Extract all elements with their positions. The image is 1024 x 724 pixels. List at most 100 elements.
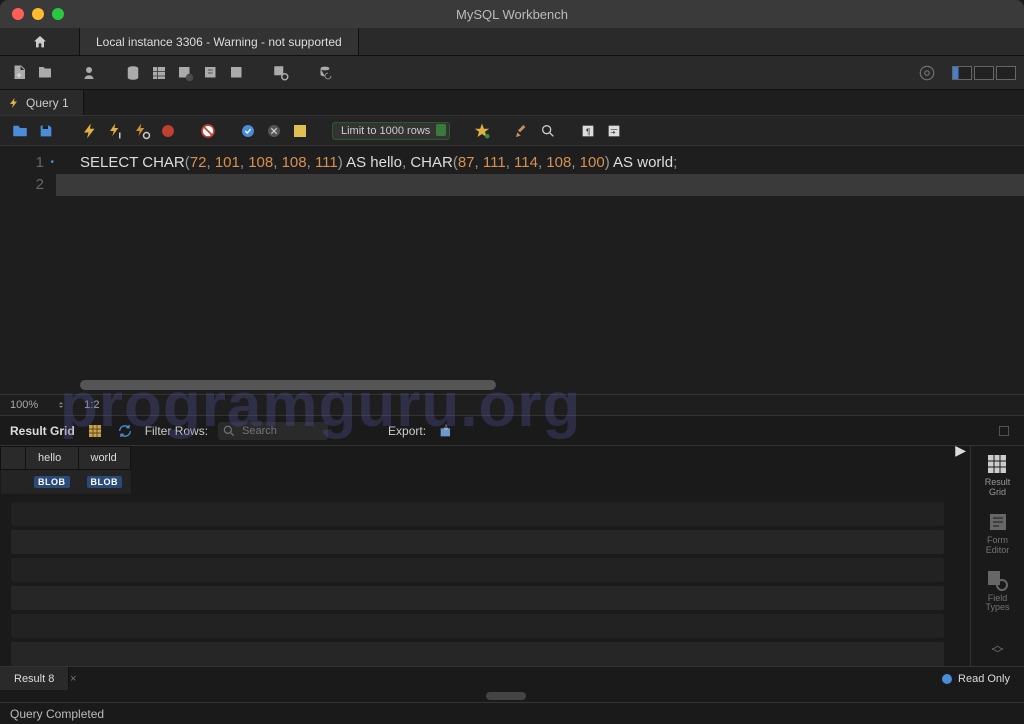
beautify-button[interactable]: [472, 121, 492, 141]
toggle-invisible-button[interactable]: ¶: [578, 121, 598, 141]
commit-button[interactable]: [238, 121, 258, 141]
limit-dropdown[interactable]: Limit to 1000 rows: [332, 121, 450, 140]
connection-tabbar: Local instance 3306 - Warning - not supp…: [0, 28, 1024, 56]
export-button[interactable]: [436, 421, 456, 441]
procedure-icon: [202, 64, 220, 82]
grid-icon: [87, 423, 103, 439]
form-editor-view-button[interactable]: Form Editor: [986, 510, 1010, 556]
minimize-window-button[interactable]: [32, 8, 44, 20]
toggle-autocommit-button[interactable]: [198, 121, 218, 141]
settings-button[interactable]: [916, 62, 938, 84]
query-tabbar: Query 1: [0, 90, 1024, 116]
cursor-position: 1:2: [84, 399, 99, 411]
result-tab-label: Result 8: [14, 673, 54, 685]
blob-badge: BLOB: [87, 476, 123, 488]
inspector-button[interactable]: [78, 62, 100, 84]
no-icon: [200, 123, 216, 139]
search-table-icon: [272, 64, 290, 82]
panel-scroll-chevrons[interactable]: ︿ ﹀: [991, 641, 1003, 666]
table-row[interactable]: BLOB BLOB: [1, 470, 131, 494]
field-types-view-button[interactable]: Field Types: [985, 568, 1009, 614]
zoom-level[interactable]: 100%: [10, 399, 38, 411]
traffic-lights: [0, 8, 64, 20]
result-tab[interactable]: Result 8: [0, 667, 69, 690]
search-button[interactable]: [538, 121, 558, 141]
toggle-whitespace-button[interactable]: [290, 121, 310, 141]
sql-editor[interactable]: 1 2 SELECT CHAR(72, 101, 108, 108, 111) …: [0, 146, 1024, 394]
code-content[interactable]: SELECT CHAR(72, 101, 108, 108, 111) AS h…: [56, 146, 1024, 394]
status-message: Query Completed: [10, 707, 104, 721]
wrap-button[interactable]: [604, 121, 624, 141]
main-toolbar: fx: [0, 56, 1024, 90]
limit-select[interactable]: Limit to 1000 rows: [332, 122, 450, 140]
file-plus-icon: [10, 64, 28, 82]
scrollbar-thumb[interactable]: [486, 692, 526, 700]
create-function-button[interactable]: fx: [226, 62, 248, 84]
toggle-output-button[interactable]: [996, 66, 1016, 80]
wrap-icon: [606, 123, 622, 139]
database-icon: [124, 64, 142, 82]
explain-button[interactable]: [132, 121, 152, 141]
rollback-button[interactable]: [264, 121, 284, 141]
result-grid[interactable]: hello world BLOB BLOB ▶: [0, 446, 970, 666]
execute-current-button[interactable]: [106, 121, 126, 141]
lightning-icon: [8, 97, 20, 109]
field-types-icon: [985, 568, 1009, 592]
column-header[interactable]: world: [78, 447, 131, 470]
table-plus-icon: [176, 64, 194, 82]
create-view-button[interactable]: [174, 62, 196, 84]
new-sql-tab-button[interactable]: [8, 62, 30, 84]
folder-icon: [11, 122, 29, 140]
result-tabs: Result 8 × Read Only: [0, 666, 1024, 690]
search-table-button[interactable]: [270, 62, 292, 84]
result-refresh-button[interactable]: [115, 421, 135, 441]
toggle-sidebar-button[interactable]: [952, 66, 972, 80]
open-file-button[interactable]: [10, 121, 30, 141]
result-area: hello world BLOB BLOB ▶ Result Grid Form…: [0, 446, 1024, 666]
reconnect-button[interactable]: [314, 62, 336, 84]
home-tab[interactable]: [0, 28, 80, 55]
lightning-icon: [81, 122, 99, 140]
query-tab[interactable]: Query 1: [0, 90, 84, 115]
readonly-indicator: Read Only: [928, 667, 1024, 690]
grid-icon: [985, 452, 1009, 476]
chevron-updown-icon[interactable]: [56, 400, 66, 410]
create-procedure-button[interactable]: [200, 62, 222, 84]
result-grid-icon-button[interactable]: [85, 421, 105, 441]
bottom-scrollbar[interactable]: [0, 690, 1024, 702]
window-title: MySQL Workbench: [456, 7, 568, 22]
connection-tab[interactable]: Local instance 3306 - Warning - not supp…: [80, 28, 359, 55]
open-sql-button[interactable]: [34, 62, 56, 84]
file-open-icon: [36, 64, 54, 82]
connection-tab-label: Local instance 3306 - Warning - not supp…: [96, 35, 342, 49]
line-number: 1: [0, 152, 44, 174]
execute-button[interactable]: [80, 121, 100, 141]
export-icon: [438, 423, 454, 439]
column-header[interactable]: hello: [26, 447, 79, 470]
titlebar: MySQL Workbench: [0, 0, 1024, 28]
result-grid-view-button[interactable]: Result Grid: [985, 452, 1011, 498]
create-schema-button[interactable]: [122, 62, 144, 84]
editor-scrollbar[interactable]: [80, 380, 496, 390]
lightning-cursor-icon: [107, 122, 125, 140]
stop-button[interactable]: [158, 121, 178, 141]
line-gutter: 1 2: [0, 146, 56, 394]
check-icon: [240, 123, 256, 139]
readonly-icon: [942, 674, 952, 684]
result-table: hello world BLOB BLOB: [0, 446, 131, 494]
line-number: 2: [0, 174, 44, 196]
function-icon: fx: [228, 64, 246, 82]
filter-rows-label: Filter Rows:: [145, 424, 208, 438]
maximize-window-button[interactable]: [52, 8, 64, 20]
find-button[interactable]: [512, 121, 532, 141]
toggle-secondary-button[interactable]: [974, 66, 994, 80]
svg-text:fx: fx: [234, 69, 240, 78]
close-window-button[interactable]: [12, 8, 24, 20]
close-result-tab[interactable]: ×: [69, 667, 77, 690]
statusbar: Query Completed: [0, 702, 1024, 724]
save-file-button[interactable]: [36, 121, 56, 141]
create-table-button[interactable]: [148, 62, 170, 84]
expand-arrow[interactable]: ▶: [955, 446, 966, 459]
result-panel-toggle[interactable]: [994, 421, 1014, 441]
inspector-icon: [80, 64, 98, 82]
